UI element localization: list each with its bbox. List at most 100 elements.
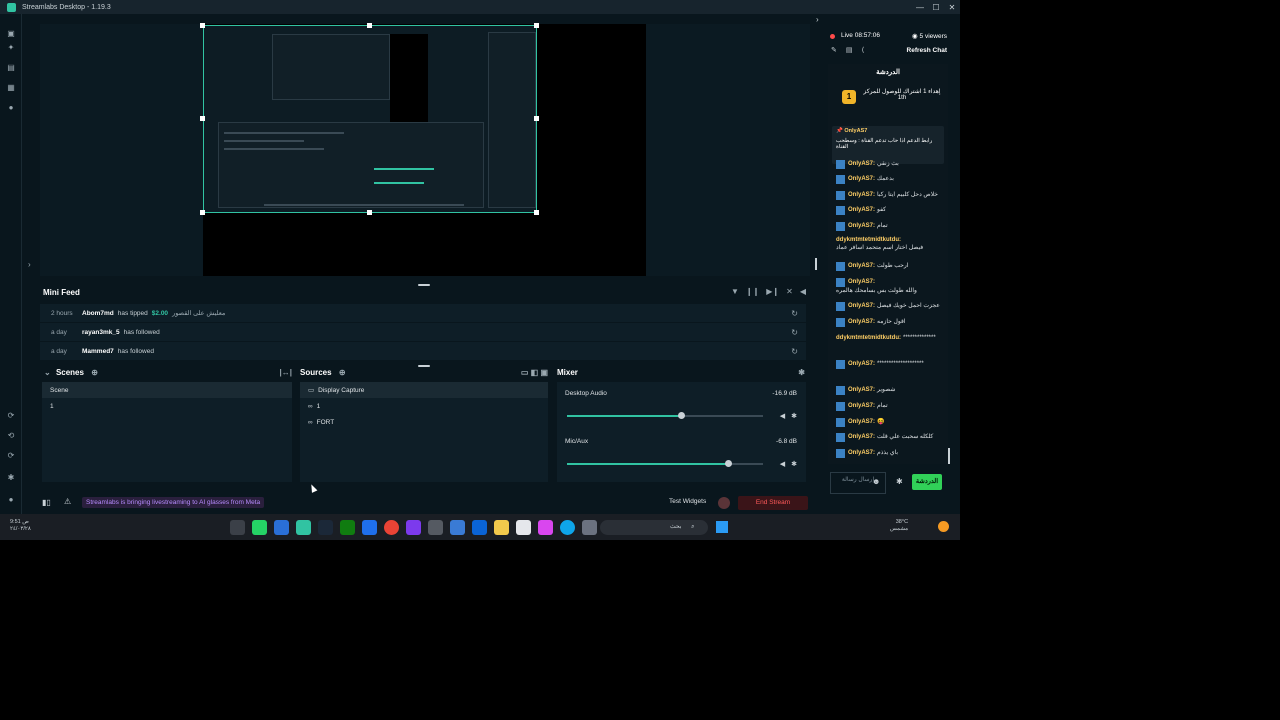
- chat-username[interactable]: OnlyAS7:: [848, 402, 875, 410]
- alert-icon[interactable]: ⚠: [64, 497, 71, 506]
- scene-item[interactable]: 1: [42, 398, 292, 414]
- discord-icon[interactable]: [406, 520, 421, 535]
- chat-scrollbar[interactable]: [948, 448, 950, 464]
- mixer-settings-icon[interactable]: ✱: [798, 368, 805, 377]
- volume-knob[interactable]: [724, 460, 732, 467]
- taskbar-clock[interactable]: 9:51 ص ٢٤/٠٣/٢٨: [10, 519, 31, 533]
- display-capture-source-box[interactable]: [203, 25, 537, 213]
- resize-handle-br[interactable]: [534, 210, 539, 215]
- dock-resize-grabber[interactable]: [418, 365, 430, 367]
- dashboard-icon[interactable]: ▤: [846, 46, 853, 54]
- chat-username[interactable]: OnlyAS7:: [848, 175, 875, 183]
- chat-settings-icon[interactable]: ✱: [896, 477, 903, 486]
- scenes-collapse-icon[interactable]: ⌄: [44, 368, 51, 377]
- streamlabs-taskbar-icon[interactable]: [296, 520, 311, 535]
- preview-scrollbar[interactable]: [815, 258, 817, 270]
- filter-icon[interactable]: ▼: [731, 287, 739, 296]
- replay-icon[interactable]: ↻: [791, 309, 798, 318]
- channel-settings-icon[interactable]: ✱: [791, 412, 797, 420]
- widget-icon[interactable]: [230, 520, 245, 535]
- viewer-count[interactable]: ◉ 5 viewers: [912, 32, 947, 40]
- themes-icon[interactable]: ✦: [7, 44, 15, 52]
- share-icon[interactable]: ⟨: [862, 46, 865, 54]
- replay-icon[interactable]: ↻: [791, 347, 798, 356]
- end-stream-button[interactable]: End Stream: [738, 496, 808, 510]
- profile-icon[interactable]: ●: [7, 496, 15, 504]
- media-icon[interactable]: ▦: [7, 84, 15, 92]
- layout-icon[interactable]: ⟲: [7, 432, 15, 440]
- chat-username[interactable]: OnlyAS7:: [848, 360, 875, 368]
- chat-username[interactable]: OnlyAS7:: [848, 433, 875, 441]
- chat-username[interactable]: OnlyAS7:: [848, 418, 875, 426]
- chat-username[interactable]: OnlyAS7:: [848, 262, 875, 270]
- speaker-icon[interactable]: ◀: [780, 412, 785, 420]
- scene-transition-icon[interactable]: |↔|: [280, 368, 292, 377]
- steam-icon[interactable]: [318, 520, 333, 535]
- calendar-icon[interactable]: [516, 520, 531, 535]
- app2-icon[interactable]: [582, 520, 597, 535]
- chat-send-button[interactable]: الدردشة: [912, 474, 942, 490]
- resize-handle-b[interactable]: [367, 210, 372, 215]
- source-item-fort[interactable]: ∞ FORT: [300, 414, 548, 430]
- source-item-display-capture[interactable]: ▭ Display Capture: [300, 382, 548, 398]
- add-source-icon[interactable]: ⊕: [339, 368, 346, 377]
- skip-icon[interactable]: ▶❙: [766, 287, 779, 296]
- refresh-chat-button[interactable]: Refresh Chat: [907, 47, 947, 54]
- pinned-message[interactable]: 📌 OnlyAS7 رابط الدعم اذا حاب تدعم القناة…: [832, 126, 944, 164]
- weather-widget[interactable]: 38°C مشمس: [890, 519, 908, 533]
- editor-icon[interactable]: ▣: [7, 30, 15, 38]
- chat-username[interactable]: OnlyAS7:: [848, 278, 875, 286]
- resize-handle-r[interactable]: [534, 116, 539, 121]
- minimize-button[interactable]: —: [912, 0, 928, 14]
- gear-icon[interactable]: ✱: [7, 474, 15, 482]
- preview-canvas[interactable]: [200, 23, 646, 276]
- chat-username[interactable]: OnlyAS7:: [848, 302, 875, 310]
- replay-icon[interactable]: ↻: [791, 328, 798, 337]
- resize-handle-l[interactable]: [200, 116, 205, 121]
- chat-username[interactable]: OnlyAS7:: [848, 191, 875, 199]
- source-item-1[interactable]: ∞ 1: [300, 398, 548, 414]
- resize-handle-tl[interactable]: [200, 23, 205, 28]
- stream-preview[interactable]: [40, 23, 810, 276]
- resize-handle-bl[interactable]: [200, 210, 205, 215]
- close-button[interactable]: ✕: [944, 0, 960, 14]
- settings-taskbar-icon[interactable]: [428, 520, 443, 535]
- store-icon[interactable]: ▤: [7, 64, 15, 72]
- edit-icon[interactable]: ✎: [831, 46, 837, 54]
- app-icon[interactable]: [274, 520, 289, 535]
- resize-handle-tr[interactable]: [534, 23, 539, 28]
- settings-circle-icon[interactable]: ●: [7, 104, 15, 112]
- record-button[interactable]: [718, 497, 730, 509]
- collapse-right-chevron-icon[interactable]: ›: [816, 15, 819, 24]
- chrome-icon[interactable]: [384, 520, 399, 535]
- copilot-icon[interactable]: [538, 520, 553, 535]
- volume-icon[interactable]: ◀: [800, 287, 806, 296]
- store-taskbar-icon[interactable]: [362, 520, 377, 535]
- channel-settings-icon[interactable]: ✱: [791, 460, 797, 468]
- emoji-icon[interactable]: ☻: [872, 477, 880, 486]
- shield-icon[interactable]: [450, 520, 465, 535]
- chat-username[interactable]: OnlyAS7:: [848, 160, 875, 168]
- pause-icon[interactable]: ❙❙: [746, 287, 759, 296]
- chat-username[interactable]: OnlyAS7:: [848, 206, 875, 214]
- help-icon[interactable]: ⟳: [7, 452, 15, 460]
- maximize-button[interactable]: ☐: [928, 0, 944, 14]
- chat-username[interactable]: OnlyAS7:: [848, 222, 875, 230]
- add-scene-icon[interactable]: ⊕: [91, 368, 98, 377]
- settings-icon[interactable]: ✕: [786, 287, 793, 296]
- volume-slider[interactable]: [567, 412, 763, 419]
- chat-username[interactable]: ddykmtmtetmidtkutdu:: [836, 334, 901, 342]
- volume-knob[interactable]: [677, 412, 685, 419]
- chat-username[interactable]: OnlyAS7:: [848, 449, 875, 457]
- chat-username[interactable]: ddykmtmtetmidtkutdu:: [836, 236, 901, 244]
- edge-icon[interactable]: [560, 520, 575, 535]
- volume-slider[interactable]: [567, 460, 763, 467]
- expand-left-chevron-icon[interactable]: ›: [28, 260, 31, 269]
- performance-icon[interactable]: ▮▯: [42, 498, 51, 507]
- chat-username[interactable]: OnlyAS7:: [848, 386, 875, 394]
- test-widgets-button[interactable]: Test Widgets: [669, 498, 706, 505]
- whatsapp-icon[interactable]: [252, 520, 267, 535]
- start-button[interactable]: [716, 521, 728, 533]
- taskbar-search[interactable]: بحث ⌕: [600, 520, 708, 535]
- scene-collection-header[interactable]: Scene: [42, 382, 292, 398]
